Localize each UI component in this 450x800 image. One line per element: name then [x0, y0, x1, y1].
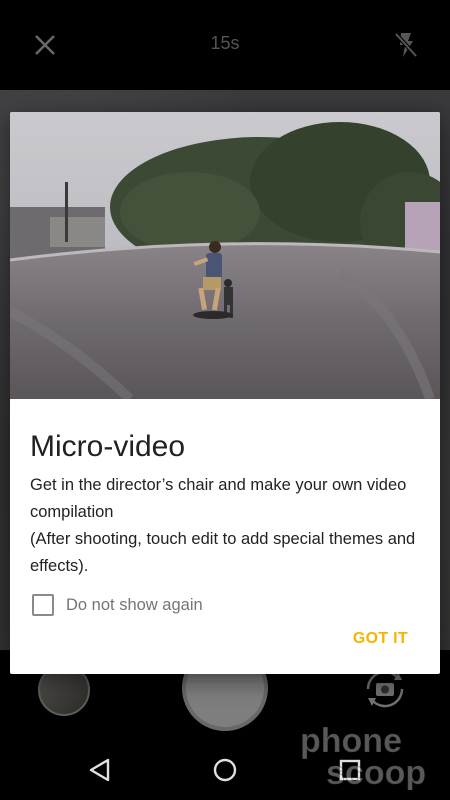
back-button[interactable]	[86, 756, 114, 784]
do-not-show-again-checkbox[interactable]: Do not show again	[32, 592, 203, 618]
home-icon	[213, 758, 237, 782]
recent-apps-icon	[339, 759, 361, 781]
dialog-body-line: Get in the director’s chair and make you…	[30, 476, 407, 521]
recent-apps-button[interactable]	[336, 756, 364, 784]
got-it-button[interactable]: GOT IT	[351, 626, 410, 652]
checkbox-icon[interactable]	[32, 594, 54, 616]
dialog-body-line: (After shooting, touch edit to add speci…	[30, 530, 416, 575]
back-icon	[89, 758, 110, 782]
micro-video-dialog: Micro-video Get in the director’s chair …	[10, 112, 440, 674]
dialog-title: Micro-video	[30, 430, 186, 463]
checkbox-label: Do not show again	[66, 595, 203, 614]
home-button[interactable]	[211, 756, 239, 784]
dialog-body: Get in the director’s chair and make you…	[30, 472, 422, 580]
preview-image	[10, 112, 440, 399]
